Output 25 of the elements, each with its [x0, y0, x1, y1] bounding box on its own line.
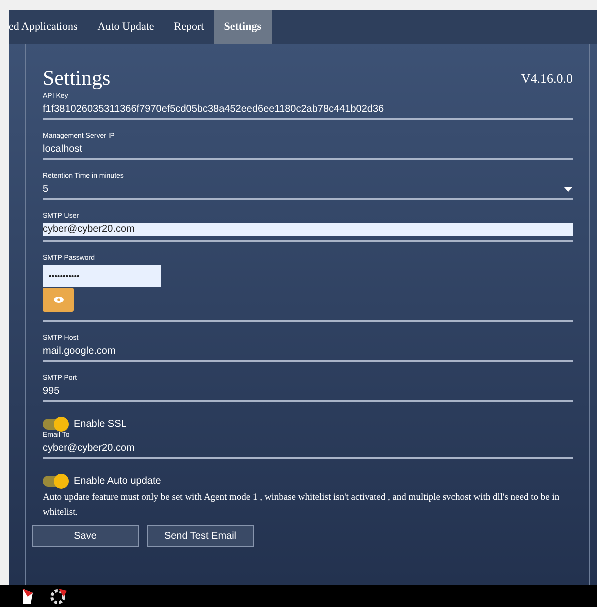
- field-value: localhost: [43, 143, 84, 156]
- toggle-switch[interactable]: [43, 419, 68, 430]
- save-button[interactable]: Save: [32, 525, 139, 547]
- toggle-label: Enable Auto update: [74, 476, 162, 487]
- nav-tab[interactable]: Settings: [214, 10, 272, 44]
- field-value: mail.google.com: [43, 345, 117, 358]
- field-value: f1f381026035311366f7970ef5cd05bc38a452eed6ee1180c2ab78c441b02d36: [43, 103, 386, 116]
- password-field[interactable]: •••••••••••: [43, 265, 161, 287]
- version-label: V4.16.0.0: [521, 70, 573, 86]
- nav-tab[interactable]: Auto Update: [88, 10, 164, 44]
- nav-tab[interactable]: ed Applications: [9, 10, 88, 44]
- gear-icon[interactable]: [50, 587, 68, 605]
- field-value: 995: [43, 385, 61, 398]
- dropdown-arrow-icon: [564, 187, 573, 192]
- field-value: cyber@cyber20.com: [43, 223, 573, 236]
- field-value: cyber@cyber20.com: [43, 442, 136, 455]
- eye-icon: [54, 297, 64, 303]
- nav-tab[interactable]: Report: [164, 10, 214, 44]
- field-value: 5: [43, 183, 573, 196]
- send-test-email-button[interactable]: Send Test Email: [147, 525, 254, 547]
- note-text: Auto update feature must only be set with Agent mode 1 , winbase whitelist isn't activated , and multiple svchost with dll's need to be in whitelist.: [43, 492, 561, 520]
- app-icon[interactable]: [20, 587, 36, 605]
- toggle-switch[interactable]: [43, 476, 68, 487]
- page-title: Settings: [43, 66, 111, 91]
- toggle-label: Enable SSL: [74, 419, 127, 430]
